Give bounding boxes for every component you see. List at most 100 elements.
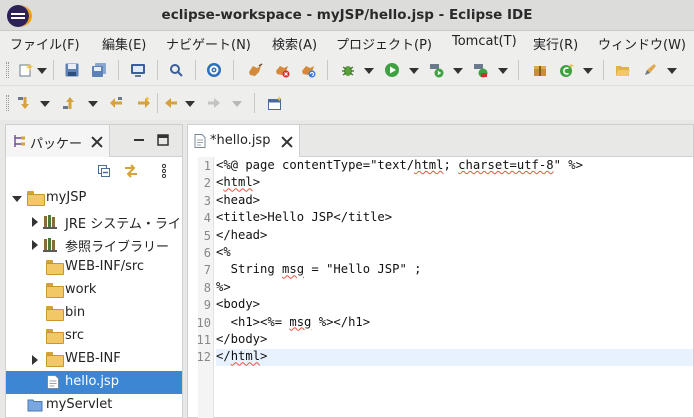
save-all-icon[interactable] xyxy=(91,62,107,78)
tree-item-src[interactable]: src xyxy=(6,325,182,348)
search-icon[interactable] xyxy=(168,62,184,78)
back-dropdown-icon[interactable] xyxy=(185,101,195,107)
tree-item-jre-system-library[interactable]: JRE システム・ライ xyxy=(6,210,182,233)
menu-file[interactable]: ファイル(F) xyxy=(10,34,80,53)
tomcat-stop-icon[interactable] xyxy=(274,62,290,78)
jsp-file-icon xyxy=(47,375,59,389)
chevron-right-icon[interactable] xyxy=(32,355,38,365)
code-line[interactable]: <head> xyxy=(216,193,693,210)
code-line[interactable]: %> xyxy=(216,280,693,297)
close-icon[interactable] xyxy=(281,136,293,148)
tree-item-myjsp[interactable]: myJSP xyxy=(6,187,182,210)
new-icon[interactable] xyxy=(18,62,34,78)
line-number: 10 xyxy=(196,315,211,330)
chevron-right-icon[interactable] xyxy=(32,240,38,250)
view-menu-icon[interactable] xyxy=(160,163,168,179)
package-icon[interactable] xyxy=(532,62,548,78)
tab-hello-jsp[interactable]: *hello.jsp xyxy=(188,125,300,157)
terminal-icon[interactable] xyxy=(130,62,146,78)
next-annotation-dropdown-icon[interactable] xyxy=(40,101,50,107)
code-line[interactable]: </body> xyxy=(216,332,693,349)
tree-item-label: WEB-INF/src xyxy=(65,259,145,274)
run-icon[interactable] xyxy=(384,62,400,78)
code-line[interactable]: <html> xyxy=(216,175,693,192)
folder-icon xyxy=(46,283,64,298)
menu-project[interactable]: プロジェクト(P) xyxy=(336,34,432,53)
toolbar-separator xyxy=(603,60,604,80)
menu-navigate[interactable]: ナビゲート(N) xyxy=(166,34,251,53)
line-number: 2 xyxy=(203,176,211,191)
toolbar-separator xyxy=(254,93,255,113)
new-class-dropdown-icon[interactable] xyxy=(583,68,593,74)
code-line[interactable]: <title>Hello JSP</title> xyxy=(216,210,693,227)
editor: *hello.jsp 1 2 3 4 5 6 7 8 9 10 11 12 <%@ page cont… xyxy=(187,124,694,418)
previous-annotation-dropdown-icon[interactable] xyxy=(88,101,98,107)
code-line[interactable]: </head> xyxy=(216,228,693,245)
code-line[interactable]: </html> xyxy=(216,349,693,367)
tree-item-web-inf[interactable]: WEB-INF xyxy=(6,348,182,371)
code-line[interactable]: String msg = "Hello JSP" ; xyxy=(216,262,693,279)
toolbar-grip[interactable] xyxy=(6,95,9,111)
gear-icon[interactable] xyxy=(206,62,222,78)
run-server-dropdown-icon[interactable] xyxy=(453,68,463,74)
next-annotation-icon[interactable] xyxy=(17,95,33,111)
code-line[interactable]: <% xyxy=(216,245,693,262)
toolbar-grip[interactable] xyxy=(6,62,9,78)
code-line[interactable]: <%@ page contentType="text/html; charset… xyxy=(216,158,693,175)
tab-package-explorer[interactable]: パッケー xyxy=(6,125,110,157)
pin-editor-icon[interactable] xyxy=(136,95,152,111)
back-icon[interactable] xyxy=(163,95,179,111)
line-number: 8 xyxy=(203,280,211,295)
open-perspective-icon[interactable] xyxy=(267,95,283,111)
toolbar-separator xyxy=(157,60,158,80)
save-icon[interactable] xyxy=(64,62,80,78)
minimize-icon[interactable] xyxy=(132,133,146,147)
run-server-icon[interactable] xyxy=(428,62,444,78)
tree-item-myservlet[interactable]: myServlet xyxy=(6,394,182,417)
previous-annotation-icon[interactable] xyxy=(62,95,78,111)
tree-item-web-inf-src[interactable]: WEB-INF/src xyxy=(6,256,182,279)
tree-item-label: src xyxy=(65,328,84,343)
maximize-icon[interactable] xyxy=(156,133,170,147)
line-number: 12 xyxy=(196,350,211,365)
new-class-icon[interactable] xyxy=(559,62,575,78)
collapse-all-icon[interactable] xyxy=(97,164,111,178)
tree-item-referenced-libraries[interactable]: 参照ライブラリー xyxy=(6,233,182,256)
menu-window[interactable]: ウィンドウ(W) xyxy=(598,34,686,53)
tree-item-bin[interactable]: bin xyxy=(6,302,182,325)
external-tools-dropdown-icon[interactable] xyxy=(498,68,508,74)
pen-icon[interactable] xyxy=(642,62,658,78)
tree-item-label: bin xyxy=(65,305,86,320)
line-number: 11 xyxy=(196,333,211,347)
pen-dropdown-icon[interactable] xyxy=(667,68,677,74)
tomcat-start-icon[interactable] xyxy=(247,62,263,78)
tree-item-work[interactable]: work xyxy=(6,279,182,302)
chevron-right-icon[interactable] xyxy=(32,217,38,227)
jsp-file-icon xyxy=(194,134,206,148)
project-folder-icon xyxy=(27,191,45,206)
title-bar: eclipse-workspace - myJSP/hello.jsp - Ec… xyxy=(0,0,694,31)
tomcat-restart-icon[interactable] xyxy=(300,62,316,78)
debug-dropdown-icon[interactable] xyxy=(364,68,374,74)
external-tools-icon[interactable] xyxy=(472,62,488,78)
menu-edit[interactable]: 編集(E) xyxy=(102,34,146,53)
last-edit-icon[interactable] xyxy=(108,95,124,111)
menu-run[interactable]: 実行(R) xyxy=(533,34,578,53)
forward-icon xyxy=(208,98,220,108)
link-with-editor-icon[interactable] xyxy=(123,164,139,178)
debug-icon[interactable] xyxy=(340,62,356,78)
close-icon[interactable] xyxy=(91,136,103,148)
toolbar-separator xyxy=(118,60,119,80)
run-dropdown-icon[interactable] xyxy=(409,68,419,74)
tree-item-label: myServlet xyxy=(46,397,113,412)
chevron-down-icon[interactable] xyxy=(12,196,22,202)
code-line[interactable]: <body> xyxy=(216,297,693,314)
tree-item-hello-jsp[interactable]: hello.jsp xyxy=(6,371,182,394)
menu-tomcat[interactable]: Tomcat(T) xyxy=(452,34,517,49)
toolbar-separator xyxy=(233,60,234,80)
code-line[interactable]: <h1><%= msg %></h1> xyxy=(216,315,693,332)
line-number: 3 xyxy=(203,193,211,208)
menu-search[interactable]: 検索(A) xyxy=(272,34,317,53)
open-folder-icon[interactable] xyxy=(615,62,631,78)
new-dropdown-icon[interactable] xyxy=(37,68,47,74)
